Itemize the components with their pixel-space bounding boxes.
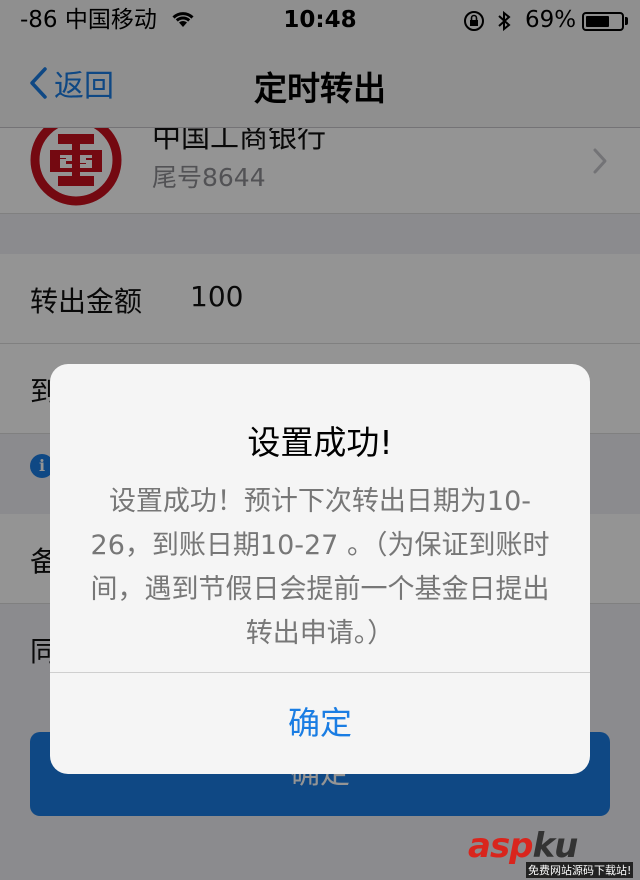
watermark-logo-b: ku <box>532 826 579 866</box>
alert-ok-button[interactable]: 确定 <box>50 673 590 774</box>
watermark: aspku 免费网站源码下载站! <box>468 826 640 880</box>
watermark-logo: aspku <box>468 826 579 866</box>
watermark-logo-a: asp <box>468 826 534 866</box>
alert-message: 设置成功！预计下次转出日期为10-26，到账日期10-27 。（为保证到账时间，… <box>90 486 550 649</box>
alert-title: 设置成功! <box>247 423 393 462</box>
success-alert-dialog: 设置成功! 设置成功！预计下次转出日期为10-26，到账日期10-27 。（为保… <box>50 364 590 774</box>
watermark-tagline: 免费网站源码下载站! <box>526 862 634 878</box>
